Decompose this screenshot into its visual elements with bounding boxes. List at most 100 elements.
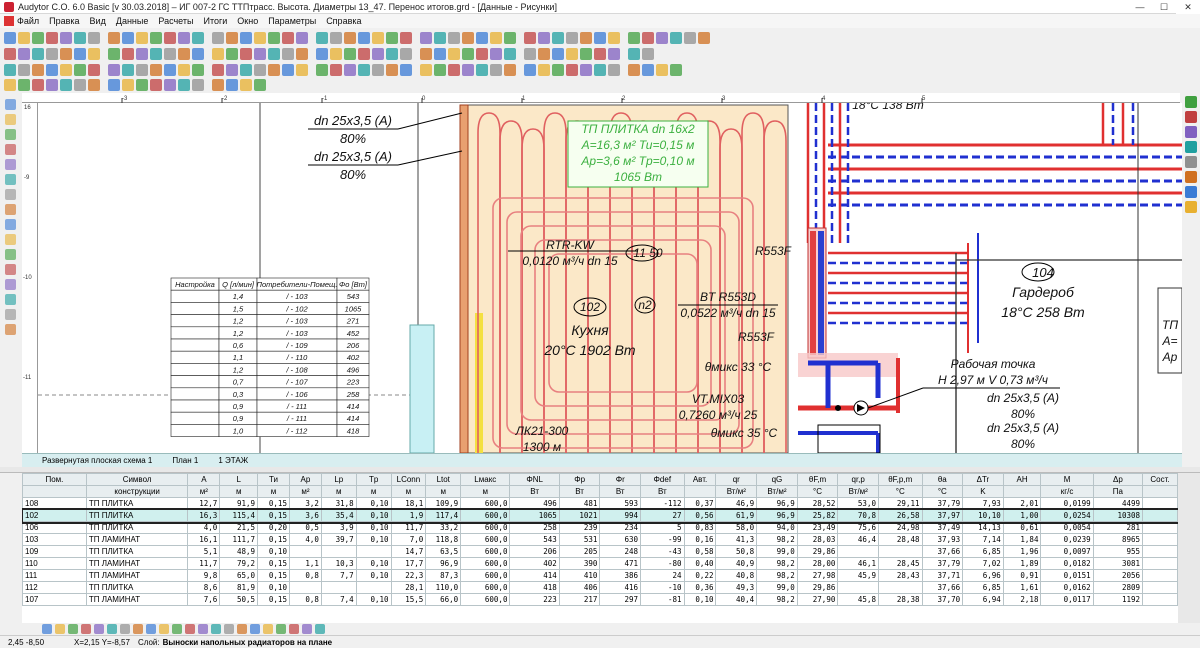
grid-cell[interactable]: 28,38 <box>877 593 923 606</box>
close-button[interactable]: ✕ <box>1176 0 1200 14</box>
grid-cell[interactable]: 3,2 <box>288 497 322 510</box>
grid-cell[interactable]: 0,15 <box>257 509 290 522</box>
grid-cell[interactable]: 600,0 <box>460 569 511 582</box>
grid-cell[interactable]: 87,3 <box>425 569 462 582</box>
grid-cell[interactable]: 46,1 <box>837 557 879 570</box>
grid-cell[interactable]: 600,0 <box>460 593 511 606</box>
grid-cell[interactable]: 98,2 <box>756 593 798 606</box>
toolbar-button[interactable] <box>268 48 280 60</box>
grid-cell[interactable]: 1021 <box>558 509 601 522</box>
grid-cell[interactable]: 0,40 <box>683 557 717 570</box>
bottom-tool-button[interactable] <box>237 624 247 634</box>
toolbar-button[interactable] <box>448 64 460 76</box>
toolbar-button[interactable] <box>60 32 72 44</box>
grid-cell[interactable]: 1192 <box>1092 593 1144 606</box>
grid-cell[interactable]: 0,15 <box>257 593 290 606</box>
grid-cell[interactable] <box>355 581 392 594</box>
grid-cell[interactable]: 109,9 <box>425 497 462 510</box>
toolbar-button[interactable] <box>240 32 252 44</box>
grid-cell[interactable]: 1,9 <box>390 509 427 522</box>
toolbar-button[interactable] <box>344 48 356 60</box>
toolbar-button[interactable] <box>108 79 120 91</box>
grid-cell[interactable]: 94,0 <box>756 521 798 534</box>
grid-cell[interactable]: 0,0254 <box>1040 509 1094 522</box>
grid-cell[interactable]: 18,1 <box>390 497 427 510</box>
grid-cell[interactable]: 0,0162 <box>1040 581 1094 594</box>
toolbar-button[interactable] <box>240 64 252 76</box>
toolbar-button[interactable] <box>330 32 342 44</box>
toolbar-button[interactable] <box>504 64 516 76</box>
toolbar-button[interactable] <box>88 32 100 44</box>
toolbar-button[interactable] <box>656 32 668 44</box>
grid-cell[interactable]: 49,3 <box>715 581 758 594</box>
bottom-tool-button[interactable] <box>289 624 299 634</box>
menu-file[interactable]: Файл <box>17 16 39 26</box>
toolbar-button[interactable] <box>178 64 190 76</box>
grid-cell[interactable]: 1,61 <box>1002 581 1042 594</box>
grid-cell[interactable]: 0,0199 <box>1040 497 1094 510</box>
toolbar-button[interactable] <box>538 32 550 44</box>
grid-cell[interactable]: 107 <box>22 593 87 606</box>
grid-cell[interactable]: 99,0 <box>756 581 798 594</box>
grid-cell[interactable]: 37,70 <box>921 593 964 606</box>
toolbar-button[interactable] <box>46 48 58 60</box>
grid-cell[interactable]: 79,2 <box>219 557 259 570</box>
grid-cell[interactable]: 0,10 <box>355 557 392 570</box>
toolbar-button[interactable] <box>538 64 550 76</box>
toolbar-button[interactable] <box>88 48 100 60</box>
grid-cell[interactable]: 0,5 <box>288 521 322 534</box>
grid-cell[interactable]: 600,0 <box>460 557 511 570</box>
grid-cell[interactable]: 75,6 <box>837 521 879 534</box>
left-tool-button[interactable] <box>4 234 16 245</box>
toolbar-button[interactable] <box>642 48 654 60</box>
grid-cell[interactable]: 0,10 <box>257 545 290 558</box>
grid-header[interactable]: ΦNL <box>509 473 560 486</box>
toolbar-button[interactable] <box>372 48 384 60</box>
toolbar-button[interactable] <box>212 79 224 91</box>
grid-cell[interactable]: 955 <box>1092 545 1144 558</box>
toolbar-button[interactable] <box>566 48 578 60</box>
grid-cell[interactable]: 2,18 <box>1002 593 1042 606</box>
grid-cell[interactable]: -10 <box>640 581 685 594</box>
left-tool-button[interactable] <box>4 294 16 305</box>
grid-cell[interactable]: 28,48 <box>877 533 923 546</box>
grid-cell[interactable]: 600,0 <box>460 533 511 546</box>
grid-cell[interactable]: 994 <box>599 509 642 522</box>
grid-cell[interactable]: 45,9 <box>837 569 879 582</box>
toolbar-button[interactable] <box>552 32 564 44</box>
grid-cell[interactable]: 600,0 <box>460 545 511 558</box>
left-tool-button[interactable] <box>4 264 16 275</box>
toolbar-button[interactable] <box>4 64 16 76</box>
grid-cell[interactable] <box>288 581 322 594</box>
toolbar-button[interactable] <box>150 79 162 91</box>
grid-cell[interactable]: 50,8 <box>715 545 758 558</box>
toolbar-button[interactable] <box>122 48 134 60</box>
grid-header[interactable]: Ap <box>288 473 322 486</box>
toolbar-button[interactable] <box>316 32 328 44</box>
grid-cell[interactable]: 29,11 <box>877 497 923 510</box>
grid-cell[interactable]: 223 <box>509 593 560 606</box>
toolbar-button[interactable] <box>642 32 654 44</box>
grid-cell[interactable]: 27 <box>640 509 685 522</box>
grid-cell[interactable]: 0,0239 <box>1040 533 1094 546</box>
grid-cell[interactable]: 4,0 <box>288 533 322 546</box>
toolbar-button[interactable] <box>476 48 488 60</box>
right-tool-button[interactable] <box>1185 96 1197 108</box>
toolbar-button[interactable] <box>240 48 252 60</box>
grid-cell[interactable]: 410 <box>558 569 601 582</box>
toolbar-button[interactable] <box>178 48 190 60</box>
toolbar-button[interactable] <box>254 79 266 91</box>
grid-cell[interactable] <box>1142 557 1178 570</box>
bottom-tool-button[interactable] <box>133 624 143 634</box>
toolbar-button[interactable] <box>88 64 100 76</box>
grid-cell[interactable]: 0,10 <box>355 521 392 534</box>
grid-cell[interactable] <box>1142 509 1178 522</box>
grid-cell[interactable]: 37,49 <box>921 521 964 534</box>
toolbar-button[interactable] <box>698 32 710 44</box>
grid-cell[interactable]: ТП ПЛИТКА <box>85 509 189 522</box>
toolbar-button[interactable] <box>136 64 148 76</box>
toolbar-button[interactable] <box>580 32 592 44</box>
grid-cell[interactable]: 111 <box>22 569 87 582</box>
grid-cell[interactable]: 98,2 <box>756 533 798 546</box>
grid-cell[interactable]: 600,0 <box>460 497 511 510</box>
